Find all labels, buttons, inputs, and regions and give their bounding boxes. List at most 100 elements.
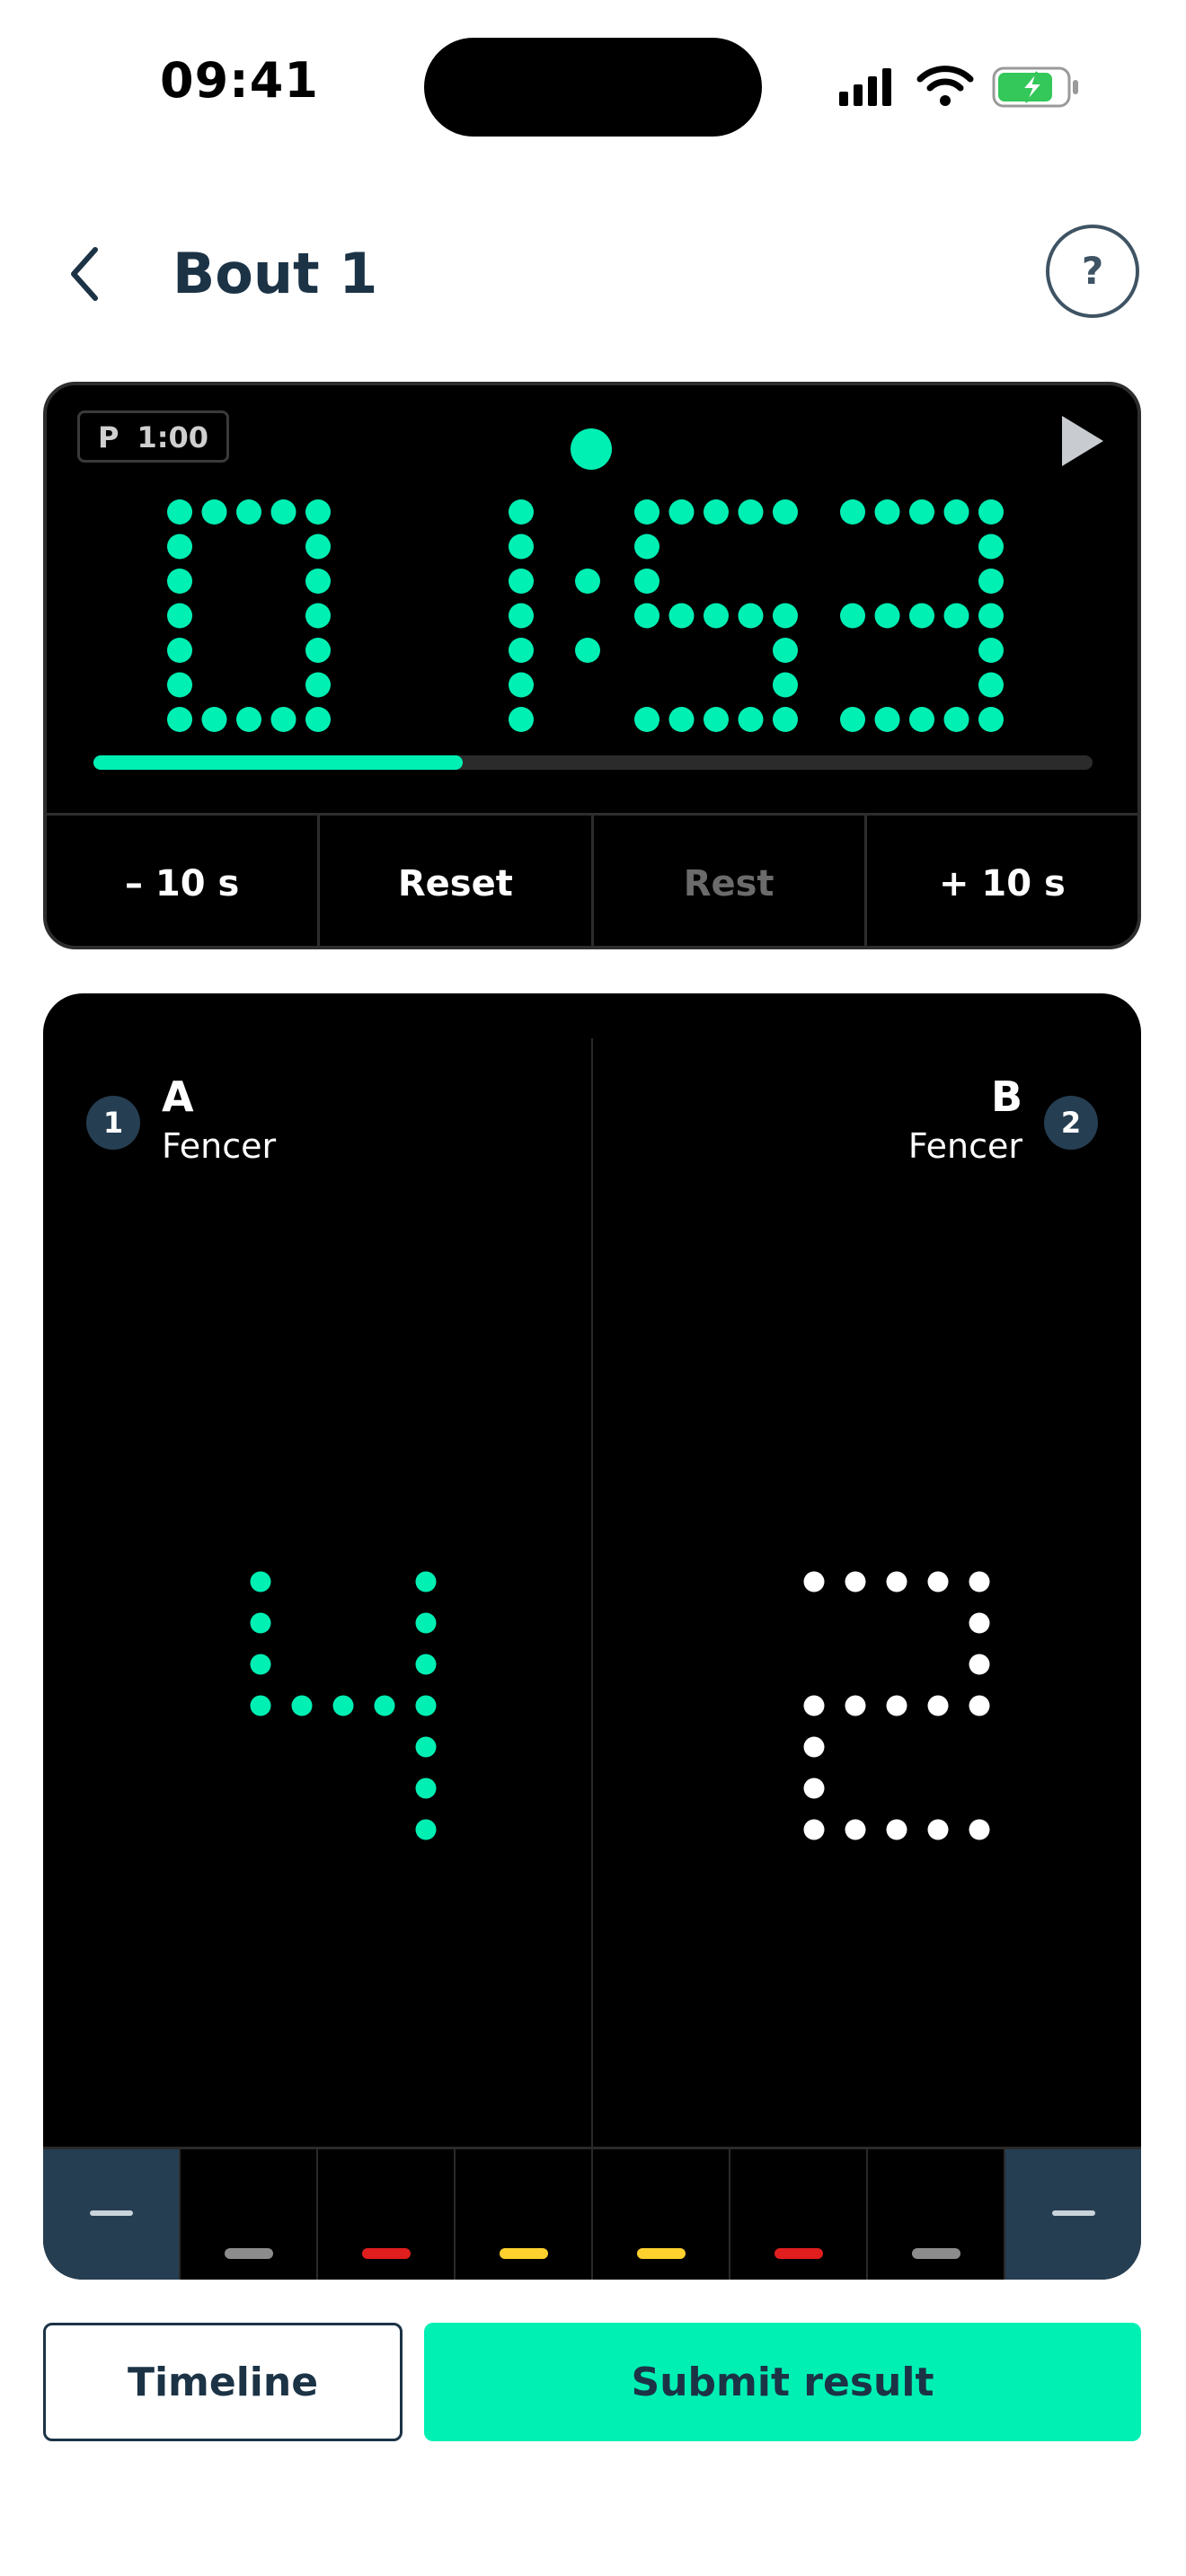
- timer-digit-dot: [167, 638, 192, 663]
- timer-digit-dot: [874, 707, 900, 732]
- penalty-slot[interactable]: [868, 2149, 1005, 2280]
- timer-digit-dot: [704, 707, 729, 732]
- chevron-left-icon[interactable]: [56, 243, 119, 305]
- fencer-b-minus-button[interactable]: [1005, 2149, 1141, 2280]
- fencer-a-score-dot: [415, 1612, 437, 1634]
- timer-digit-dot: [201, 499, 227, 525]
- fencer-a-score-dot: [415, 1654, 437, 1675]
- dynamic-island: [424, 38, 762, 137]
- penalty-indicator: [224, 2248, 273, 2259]
- timer-digit-dot: [167, 672, 192, 698]
- timer-digit-dot: [509, 638, 534, 663]
- timer-digit-dot: [840, 707, 865, 732]
- fencer-a-minus-button[interactable]: [43, 2149, 181, 2280]
- period-badge: P 1:00: [77, 410, 230, 463]
- penalty-slot[interactable]: [456, 2149, 593, 2280]
- timer-digit-dot: [509, 499, 534, 525]
- submit-result-button[interactable]: Submit result: [424, 2323, 1141, 2441]
- timer-digit-dot: [978, 672, 1004, 698]
- fencer-a-score-dot: [415, 1695, 437, 1716]
- timer-colon: [575, 638, 600, 663]
- timer-digit-dot: [773, 603, 798, 629]
- timer-digit-dot: [738, 707, 764, 732]
- timer-digit-dot: [978, 569, 1004, 594]
- timer-digit-dot: [943, 603, 969, 629]
- fencer-b-score-dot: [886, 1571, 907, 1592]
- period-time: 1:00: [137, 420, 209, 454]
- penalty-slot[interactable]: [593, 2149, 730, 2280]
- timeline-button[interactable]: Timeline: [43, 2323, 403, 2441]
- wifi-icon: [916, 66, 974, 106]
- minus-icon: [1051, 2210, 1095, 2216]
- fencer-b-score-dot: [845, 1695, 866, 1716]
- timer-digit-dot: [978, 603, 1004, 629]
- timer-digit-dot: [270, 707, 296, 732]
- score-display: [250, 1571, 990, 1840]
- fencer-b-score-dot: [927, 1695, 949, 1716]
- fencer-a-score-dot: [332, 1695, 354, 1716]
- fencer-a-score-dot: [415, 1778, 437, 1799]
- timer-digit-dot: [634, 534, 659, 560]
- timer-progress-bar: [93, 755, 1093, 770]
- penalty-indicator: [774, 2248, 823, 2259]
- help-button[interactable]: ?: [1046, 225, 1139, 318]
- battery-charging-icon: [992, 66, 1078, 108]
- timer-digit-dot: [305, 603, 331, 629]
- timer-digit-dot: [978, 534, 1004, 560]
- timer-digit-dot: [509, 603, 534, 629]
- timer-digit-dot: [509, 569, 534, 594]
- timer-digit-dot: [668, 499, 695, 525]
- fencer-b-score-dot: [969, 1612, 990, 1634]
- play-icon[interactable]: [1058, 414, 1105, 468]
- timer-digit-dot: [305, 499, 331, 525]
- cellular-signal-icon: [839, 68, 891, 106]
- timer-digit-dot: [236, 707, 261, 732]
- fencer-b-score-dot: [969, 1819, 990, 1840]
- timer-digit-dot: [509, 672, 534, 698]
- timer-digit-dot: [305, 707, 331, 732]
- minus-10s-button[interactable]: – 10 s: [47, 816, 321, 946]
- header: Bout 1 ?: [0, 216, 1186, 332]
- fencer-a-score-dot: [250, 1695, 271, 1716]
- timer-digit-dot: [978, 707, 1004, 732]
- timer-digit-dot: [704, 603, 729, 629]
- fencer-b-score-dot: [969, 1654, 990, 1675]
- timer-digit-dot: [773, 638, 798, 663]
- fencer-b-score-dot: [886, 1819, 907, 1840]
- timer-digit-dot: [773, 499, 798, 525]
- timer-digit-dot: [773, 707, 798, 732]
- timer-card: P 1:00 – 10 s Reset Rest + 10 s: [43, 382, 1141, 949]
- penalty-slot[interactable]: [730, 2149, 868, 2280]
- timer-digit-dot: [634, 499, 659, 525]
- penalty-indicator: [361, 2248, 411, 2259]
- timer-digit-dot: [978, 499, 1004, 525]
- minus-icon: [89, 2210, 133, 2216]
- penalty-slot[interactable]: [318, 2149, 456, 2280]
- fencer-b-score-dot: [803, 1695, 825, 1716]
- fencer-b-score-dot: [803, 1736, 825, 1758]
- fencer-a-score-dot: [250, 1571, 271, 1592]
- penalty-strip: [43, 2147, 1141, 2280]
- fencer-b-score-dot: [969, 1571, 990, 1592]
- fencer-a-score-dot: [415, 1819, 437, 1840]
- period-indicator-dot: [571, 428, 612, 470]
- timer-digit-dot: [840, 499, 865, 525]
- fencer-b-score-dot: [969, 1695, 990, 1716]
- fencer-b-score-dot: [803, 1819, 825, 1840]
- timer-digit-dot: [668, 603, 695, 629]
- status-bar: 09:41: [0, 0, 1186, 171]
- timer-colon: [575, 569, 600, 594]
- penalty-slot[interactable]: [181, 2149, 318, 2280]
- timer-digit-dot: [167, 707, 192, 732]
- rest-button[interactable]: Rest: [594, 816, 867, 946]
- timer-digit-dot: [634, 603, 659, 629]
- timer-digit-dot: [773, 672, 798, 698]
- timer-digit-dot: [668, 707, 695, 732]
- bottom-actions: Timeline Submit result: [43, 2323, 1141, 2441]
- fencer-a-score-dot: [415, 1571, 437, 1592]
- plus-10s-button[interactable]: + 10 s: [867, 816, 1137, 946]
- timer-digit-dot: [634, 569, 659, 594]
- timer-digit-dot: [874, 603, 900, 629]
- score-card: 1 A Fencer B Fencer 2: [43, 993, 1141, 2280]
- reset-button[interactable]: Reset: [320, 816, 594, 946]
